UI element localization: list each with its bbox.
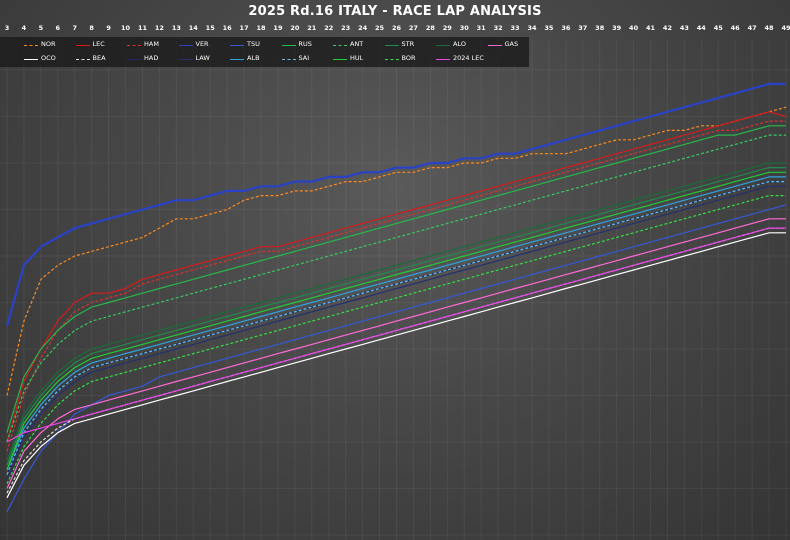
legend-swatch (333, 45, 347, 46)
legend-label: HUL (350, 54, 364, 62)
legend-swatch (24, 45, 38, 46)
legend-swatch (384, 45, 399, 46)
lap-chart (0, 40, 790, 540)
legend-label: NOR (41, 40, 56, 48)
legend-label: LAW (195, 54, 210, 62)
legend-swatch (127, 59, 141, 60)
legend-swatch (230, 59, 244, 60)
legend-swatch (178, 59, 193, 60)
legend-swatch (436, 59, 450, 60)
legend-swatch (230, 45, 244, 46)
legend-swatch (281, 45, 296, 46)
legend-label: ANT (350, 40, 364, 48)
legend-swatch (127, 45, 141, 46)
legend-label: BOR (401, 54, 416, 62)
legend-swatch (384, 59, 399, 60)
legend-label: STR (401, 40, 415, 48)
legend-swatch (436, 45, 450, 46)
legend-swatch (333, 59, 347, 60)
legend-label: 2024 LEC (453, 54, 484, 62)
legend-label: TSU (247, 40, 260, 48)
legend-label: LEC (92, 40, 105, 48)
legend-swatch (24, 59, 38, 60)
legend-label: VER (195, 40, 209, 48)
legend-label: BEA (92, 54, 106, 62)
legend-swatch (75, 45, 90, 46)
legend-label: ALO (453, 40, 466, 48)
legend-swatch (281, 59, 296, 60)
legend-label: GAS (504, 40, 519, 48)
legend-label: SAI (298, 54, 310, 62)
legend-swatch (487, 45, 502, 46)
legend-label: OCO (41, 54, 56, 62)
legend-label: HAM (144, 40, 159, 48)
legend-label: ALB (247, 54, 260, 62)
legend: NOR LEC HAM VER TSU RUS ANT STR ALO GAS OCO BEA HAD L… (0, 37, 529, 67)
legend-label: RUS (298, 40, 312, 48)
legend-swatch (75, 59, 90, 60)
legend-label: HAD (144, 54, 159, 62)
legend-swatch (178, 45, 193, 46)
